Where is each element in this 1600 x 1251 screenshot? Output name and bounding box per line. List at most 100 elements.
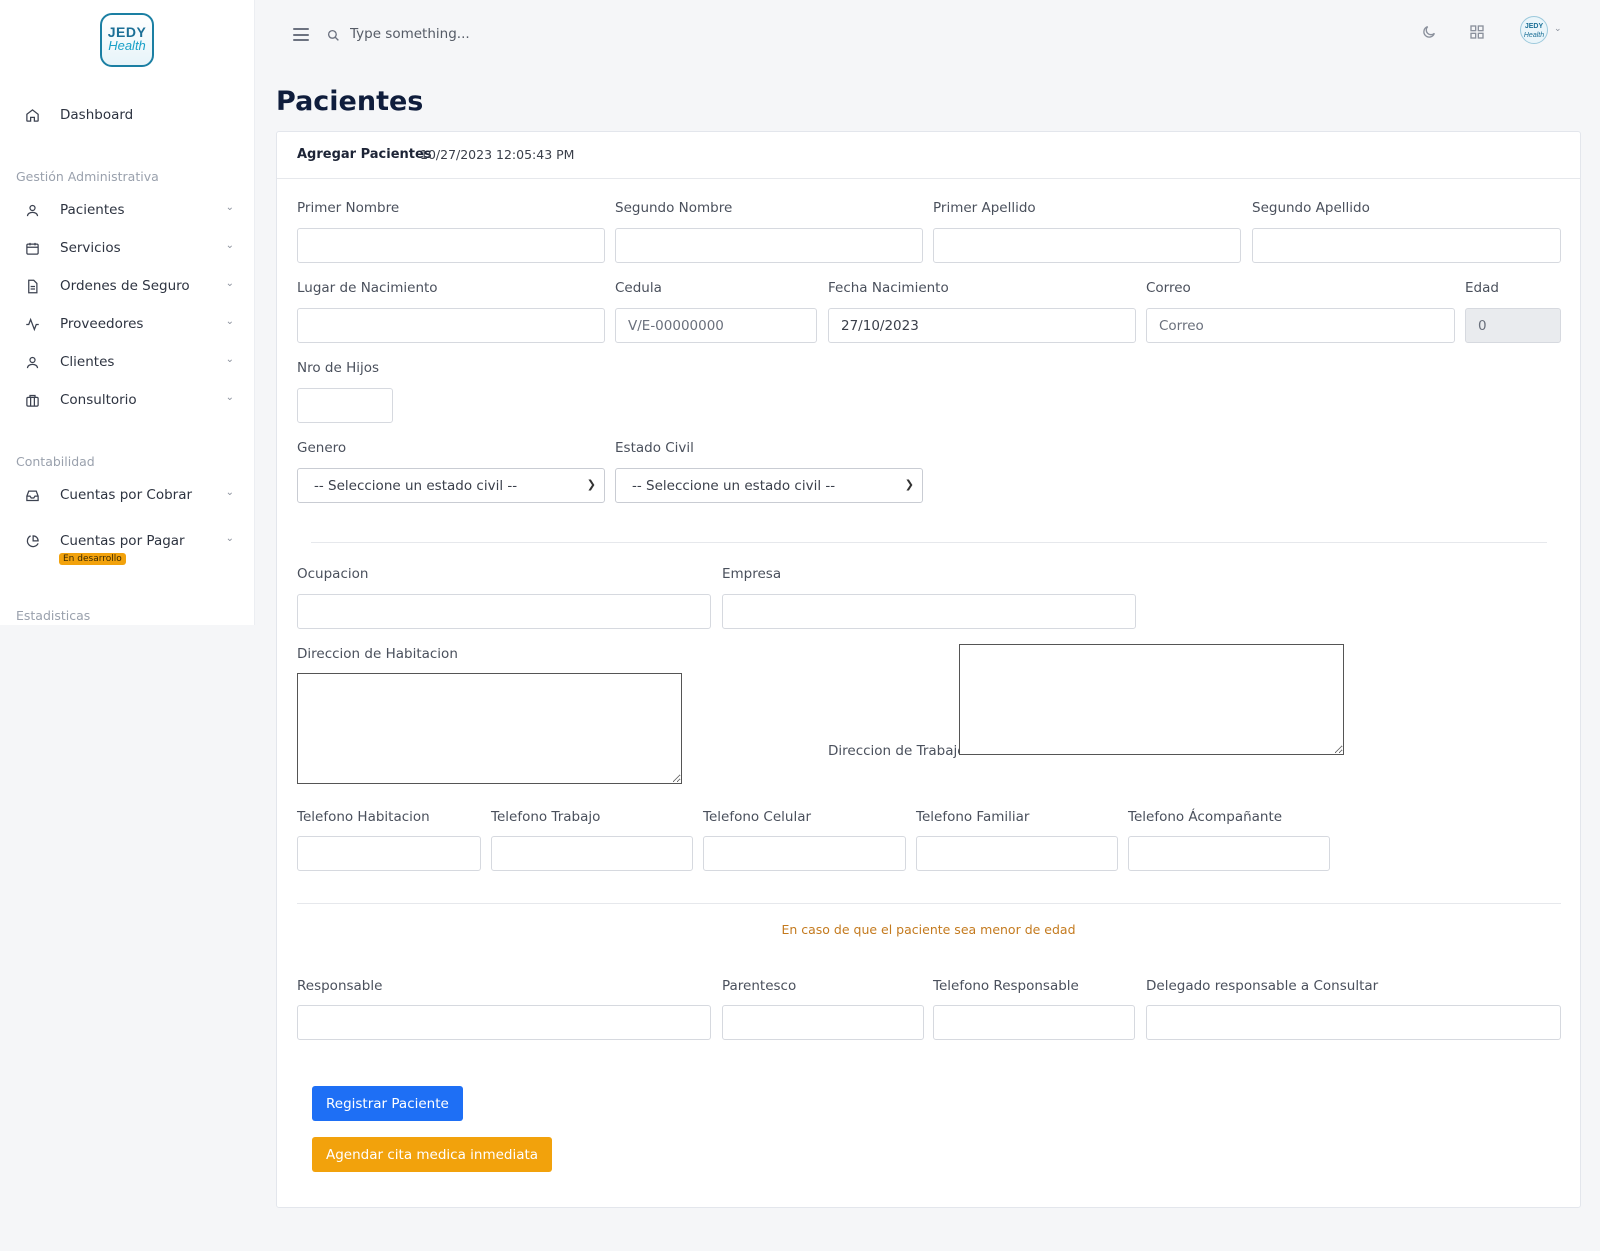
- divider: [297, 903, 1561, 904]
- topbar: JEDY Health ⌄: [255, 0, 1600, 70]
- sidebar-item-label: Cuentas por Cobrar: [60, 487, 193, 503]
- cedula-input[interactable]: [615, 308, 817, 343]
- divider: [311, 542, 1547, 543]
- responsable-input[interactable]: [297, 1005, 711, 1040]
- user-icon: [24, 354, 40, 370]
- tel-responsable-input[interactable]: [933, 1005, 1135, 1040]
- chevron-down-icon: ⌄: [225, 316, 234, 327]
- grid-icon[interactable]: [1469, 24, 1485, 44]
- registrar-paciente-button[interactable]: Registrar Paciente: [312, 1086, 463, 1121]
- primer-apellido-input[interactable]: [933, 228, 1241, 263]
- logo-line2: Health: [108, 38, 146, 53]
- segundo-nombre-input[interactable]: [615, 228, 923, 263]
- briefcase-icon: [24, 392, 40, 408]
- parentesco-input[interactable]: [722, 1005, 924, 1040]
- chevron-down-icon: ⌄: [225, 487, 234, 498]
- sidebar-item-label: Dashboard: [60, 107, 134, 123]
- nro-hijos-input[interactable]: [297, 388, 393, 423]
- tel-responsable-label: Telefono Responsable: [933, 978, 1079, 994]
- user-icon: [24, 202, 40, 218]
- primer-nombre-label: Primer Nombre: [297, 200, 400, 216]
- estado-civil-select[interactable]: -- Seleccione un estado civil -- ❯: [615, 468, 923, 503]
- sidebar-item-pacientes[interactable]: Pacientes ⌄: [24, 198, 234, 222]
- section-title-accounting: Contabilidad: [16, 454, 95, 469]
- sidebar-item-label: Servicios: [60, 240, 121, 256]
- sidebar-item-proveedores[interactable]: Proveedores ⌄: [24, 312, 234, 336]
- estado-civil-select-value: -- Seleccione un estado civil --: [632, 477, 836, 494]
- section-title-admin: Gestión Administrativa: [16, 169, 159, 184]
- search-input[interactable]: [350, 22, 650, 46]
- ocupacion-input[interactable]: [297, 594, 711, 629]
- chevron-down-icon: ⌄: [225, 278, 234, 289]
- primer-apellido-label: Primer Apellido: [933, 200, 1036, 216]
- cedula-label: Cedula: [615, 280, 662, 296]
- activity-icon: [24, 316, 40, 332]
- inbox-icon: [24, 487, 40, 503]
- chevron-down-icon: ⌄: [225, 533, 234, 544]
- sidebar-item-dashboard[interactable]: Dashboard: [24, 103, 234, 127]
- patient-form-card: Agregar Pacientes 10/27/2023 12:05:43 PM…: [276, 131, 1581, 1208]
- sidebar-item-cuentas-cobrar[interactable]: Cuentas por Cobrar ⌄: [24, 483, 234, 507]
- tel-familiar-label: Telefono Familiar: [916, 809, 1030, 825]
- sidebar-item-cuentas-pagar[interactable]: Cuentas por Pagar ⌄: [24, 529, 234, 553]
- logo-line1: JEDY: [107, 24, 147, 40]
- sidebar-item-label: Cuentas por Pagar: [60, 533, 185, 549]
- pie-chart-icon: [24, 533, 40, 549]
- tel-acompanante-label: Telefono Ácompañante: [1128, 809, 1283, 825]
- edad-label: Edad: [1465, 280, 1499, 296]
- direccion-habitacion-textarea[interactable]: [297, 673, 682, 784]
- segundo-nombre-label: Segundo Nombre: [615, 200, 733, 216]
- minor-note: En caso de que el paciente sea menor de …: [781, 922, 1076, 937]
- sidebar-item-servicios[interactable]: Servicios ⌄: [24, 236, 234, 260]
- edad-input: [1465, 308, 1561, 343]
- sidebar: JEDY Health Dashboard Gestión Administra…: [0, 0, 255, 625]
- correo-input[interactable]: [1146, 308, 1455, 343]
- empresa-input[interactable]: [722, 594, 1136, 629]
- sidebar-item-label: Ordenes de Seguro: [60, 278, 190, 294]
- moon-icon[interactable]: [1421, 24, 1437, 44]
- logo[interactable]: JEDY Health: [100, 13, 154, 67]
- genero-label: Genero: [297, 440, 347, 456]
- lugar-nacimiento-input[interactable]: [297, 308, 605, 343]
- search-icon: [327, 27, 340, 46]
- avatar-line2: Health: [1523, 32, 1545, 39]
- chevron-down-icon[interactable]: ⌄: [1554, 24, 1562, 34]
- tel-trabajo-input[interactable]: [491, 836, 693, 871]
- chevron-down-icon: ⌄: [225, 392, 234, 403]
- sidebar-item-consultorio[interactable]: Consultorio ⌄: [24, 388, 234, 412]
- chevron-down-icon: ⌄: [225, 354, 234, 365]
- card-header: Agregar Pacientes 10/27/2023 12:05:43 PM: [277, 132, 1580, 179]
- chevron-down-icon: ❯: [904, 478, 914, 491]
- tel-habitacion-label: Telefono Habitacion: [297, 809, 430, 825]
- tel-habitacion-input[interactable]: [297, 836, 481, 871]
- ocupacion-label: Ocupacion: [297, 566, 369, 582]
- nro-hijos-label: Nro de Hijos: [297, 360, 380, 376]
- tel-acompanante-input[interactable]: [1128, 836, 1330, 871]
- sidebar-item-clientes[interactable]: Clientes ⌄: [24, 350, 234, 374]
- fecha-nacimiento-input[interactable]: [828, 308, 1136, 343]
- primer-nombre-input[interactable]: [297, 228, 605, 263]
- empresa-label: Empresa: [722, 566, 782, 582]
- direccion-habitacion-label: Direccion de Habitacion: [297, 646, 458, 662]
- sidebar-item-label: Proveedores: [60, 316, 144, 332]
- avatar[interactable]: JEDY Health: [1520, 16, 1548, 44]
- chevron-down-icon: ❯: [586, 478, 596, 491]
- segundo-apellido-input[interactable]: [1252, 228, 1561, 263]
- tel-celular-label: Telefono Celular: [703, 809, 812, 825]
- tel-celular-input[interactable]: [703, 836, 906, 871]
- delegado-input[interactable]: [1146, 1005, 1561, 1040]
- status-badge: En desarrollo: [59, 553, 126, 565]
- genero-select[interactable]: -- Seleccione un estado civil -- ❯: [297, 468, 605, 503]
- agendar-cita-button[interactable]: Agendar cita medica inmediata: [312, 1137, 553, 1172]
- tel-familiar-input[interactable]: [916, 836, 1118, 871]
- direccion-trabajo-textarea[interactable]: [959, 644, 1344, 755]
- responsable-label: Responsable: [297, 978, 383, 994]
- avatar-line1: JEDY: [1524, 23, 1544, 30]
- section-title-stats: Estadisticas: [16, 608, 91, 623]
- hamburger-menu-icon[interactable]: [293, 28, 309, 41]
- direccion-trabajo-label: Direccion de Trabajo: [828, 743, 966, 759]
- sidebar-item-label: Pacientes: [60, 202, 125, 218]
- sidebar-item-ordenes-seguro[interactable]: Ordenes de Seguro ⌄: [24, 274, 234, 298]
- card-title: Agregar Pacientes: [297, 147, 432, 162]
- chevron-down-icon: ⌄: [225, 240, 234, 251]
